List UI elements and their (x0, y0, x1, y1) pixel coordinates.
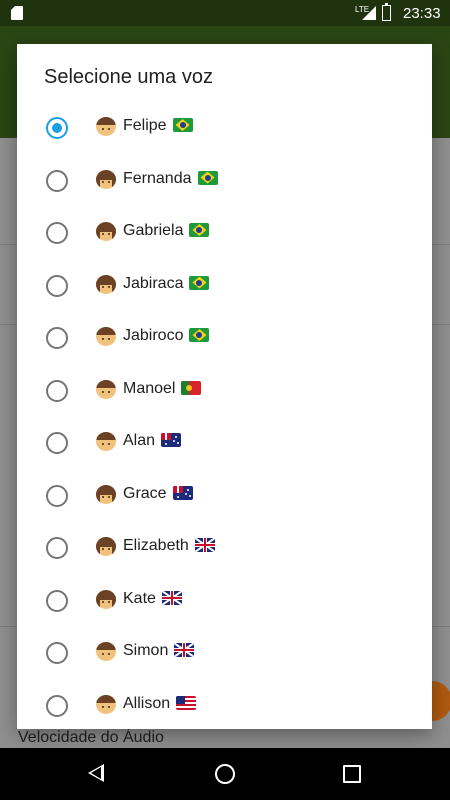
man-icon (96, 117, 116, 136)
clock: 23:33 (403, 5, 441, 22)
voice-name: Gabriela (123, 222, 184, 239)
australia-flag-icon (161, 433, 182, 447)
home-icon[interactable] (215, 764, 235, 784)
voice-name: Simon (123, 642, 169, 659)
voice-option[interactable]: Jabiroco (17, 312, 432, 364)
voice-option[interactable]: Felipe (17, 102, 432, 154)
status-bar: LTE 23:33 (0, 0, 450, 26)
woman-icon (96, 484, 116, 504)
voice-name: Grace (123, 484, 167, 502)
voice-name: Jabiroco (123, 327, 184, 344)
uk-flag-icon (194, 538, 215, 552)
voice-option[interactable]: Gabriela (17, 207, 432, 259)
voice-option[interactable]: Elizabeth (17, 522, 432, 574)
portugal-flag-icon (181, 380, 202, 395)
man-icon (96, 327, 116, 346)
woman-icon (96, 274, 116, 294)
voice-option[interactable]: Jabiraca (17, 260, 432, 312)
radio-button[interactable] (46, 484, 68, 507)
voice-option[interactable]: Manoel (17, 365, 432, 417)
brazil-flag-icon (197, 170, 218, 185)
signal-icon (362, 6, 376, 20)
voice-name: Felipe (123, 117, 167, 134)
voice-name: Alan (123, 432, 156, 449)
voice-name: Manoel (123, 379, 176, 397)
radio-button[interactable] (46, 274, 68, 297)
radio-button[interactable] (46, 379, 68, 402)
woman-icon (96, 222, 116, 241)
radio-button[interactable] (46, 537, 68, 559)
voice-name: Fernanda (123, 169, 192, 187)
voice-name: Kate (123, 589, 156, 607)
voice-option[interactable]: Allison (17, 680, 432, 730)
brazil-flag-icon (172, 118, 193, 132)
man-icon (96, 379, 116, 399)
woman-icon (96, 589, 116, 609)
man-icon (96, 432, 116, 451)
radio-button[interactable] (46, 222, 68, 244)
brazil-flag-icon (189, 275, 210, 290)
dialog-title: Selecione uma voz (44, 66, 213, 88)
voice-option[interactable]: Alan (17, 417, 432, 469)
back-icon[interactable] (88, 764, 104, 782)
navigation-bar (0, 748, 450, 800)
radio-button[interactable] (46, 432, 68, 454)
sd-card-icon (11, 6, 23, 20)
uk-flag-icon (174, 643, 195, 657)
voice-name: Elizabeth (123, 537, 189, 554)
man-icon (96, 694, 116, 714)
audio-speed-label: Velocidade do Áudio (18, 729, 164, 746)
radio-button[interactable] (46, 642, 68, 664)
voice-option[interactable]: Grace (17, 470, 432, 522)
usa-flag-icon (176, 695, 197, 710)
brazil-flag-icon (189, 328, 210, 342)
radio-button[interactable] (46, 694, 68, 717)
radio-button[interactable] (46, 327, 68, 349)
australia-flag-icon (172, 485, 193, 500)
battery-icon (382, 3, 391, 21)
recent-apps-icon[interactable] (343, 765, 361, 783)
voice-select-dialog: Selecione uma voz Felipe Fernanda Gabriela… (17, 44, 432, 729)
radio-button[interactable] (46, 589, 68, 612)
woman-icon (96, 537, 116, 556)
woman-icon (96, 169, 116, 189)
man-icon (96, 642, 116, 661)
radio-button[interactable] (46, 117, 68, 139)
voice-option[interactable]: Kate (17, 575, 432, 627)
brazil-flag-icon (189, 223, 210, 237)
uk-flag-icon (161, 590, 182, 605)
voice-option[interactable]: Simon (17, 627, 432, 679)
radio-button[interactable] (46, 169, 68, 192)
voice-name: Jabiraca (123, 274, 184, 292)
voice-name: Allison (123, 694, 171, 712)
voice-option[interactable]: Fernanda (17, 155, 432, 207)
